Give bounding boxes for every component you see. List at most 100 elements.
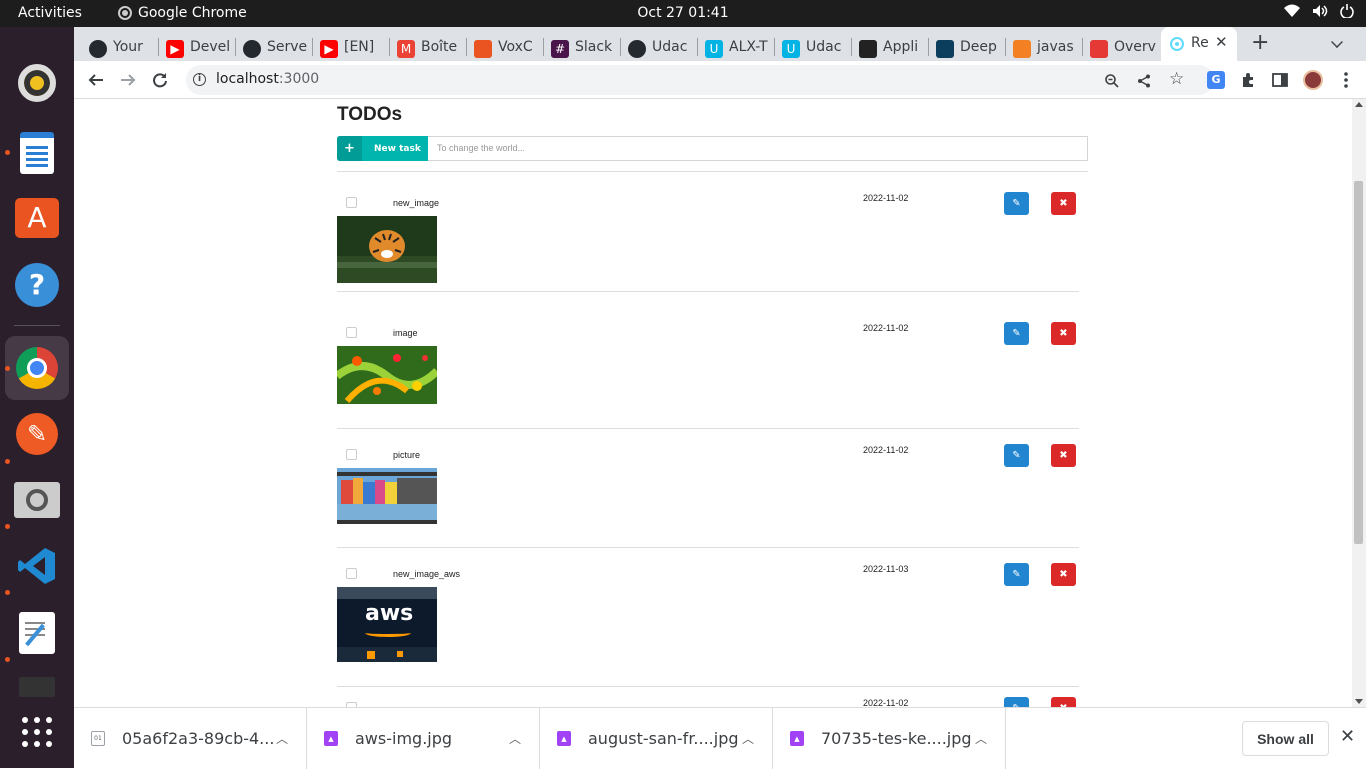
todo-name: image — [393, 328, 418, 338]
chevron-up-icon[interactable]: ︿ — [509, 730, 521, 747]
download-item[interactable]: 01 05a6f2a3-89cb-4... ︿ — [74, 708, 307, 769]
chevron-up-icon[interactable]: ︿ — [276, 730, 288, 747]
download-item[interactable]: ▲ aws-img.jpg ︿ — [307, 708, 540, 769]
tab-9[interactable]: U Udac — [782, 34, 850, 64]
youtube-icon: ▶ — [320, 40, 338, 58]
terminal-icon[interactable] — [14, 677, 60, 697]
edit-button[interactable]: ✎ — [1004, 192, 1029, 215]
app-center-icon[interactable]: A — [14, 195, 60, 241]
delete-button[interactable]: ✖ — [1051, 322, 1076, 345]
slack-icon: # — [551, 40, 569, 58]
udacity-icon: U — [782, 40, 800, 58]
address-bar[interactable]: i localhost:3000 ☆ — [186, 65, 1214, 95]
amazon-smile-icon — [365, 629, 411, 637]
tab-13[interactable]: Overv — [1090, 34, 1158, 64]
system-top-bar: Activities Google Chrome Oct 27 01:41 — [0, 0, 1366, 27]
scrollbar-thumb[interactable] — [1354, 181, 1363, 544]
delete-button[interactable]: ✖ — [1051, 192, 1076, 215]
tab-separator — [774, 38, 775, 56]
tab-11[interactable]: Deep — [936, 34, 1004, 64]
voxcode-icon — [474, 40, 492, 58]
system-tray[interactable] — [1284, 4, 1354, 18]
back-icon[interactable] — [86, 70, 106, 90]
show-all-button[interactable]: Show all — [1242, 721, 1329, 756]
delete-button[interactable]: ✖ — [1051, 697, 1076, 707]
task-input[interactable]: To change the world... — [428, 136, 1088, 161]
divider — [337, 547, 1079, 548]
profile-avatar[interactable] — [1303, 70, 1323, 90]
tab-label: Deep — [960, 39, 997, 55]
tab-label: Udac — [806, 39, 842, 55]
todo-checkbox[interactable] — [346, 327, 357, 338]
todo-name: new_image — [393, 198, 440, 208]
chevron-up-icon[interactable]: ︿ — [975, 730, 987, 747]
bookmark-star-icon[interactable]: ☆ — [1169, 69, 1184, 89]
new-task-button[interactable]: + New task — [337, 136, 428, 161]
close-downloads-icon[interactable]: ✕ — [1340, 726, 1355, 747]
divider — [337, 171, 1088, 172]
edit-button[interactable]: ✎ — [1004, 563, 1029, 586]
forward-icon[interactable] — [118, 70, 138, 90]
rhythmbox-icon[interactable] — [14, 60, 60, 106]
vscode-icon[interactable] — [14, 543, 60, 589]
edit-button[interactable]: ✎ — [1004, 444, 1029, 467]
todo-checkbox[interactable] — [346, 449, 357, 460]
tab-4[interactable]: M Boîte — [397, 34, 465, 64]
todo-checkbox[interactable] — [346, 568, 357, 579]
help-icon[interactable]: ? — [14, 262, 60, 308]
tab-10[interactable]: Appli — [859, 34, 927, 64]
tab-separator — [158, 38, 159, 56]
google-translate-icon[interactable]: G — [1206, 70, 1226, 90]
tab-3[interactable]: ▶ [EN] — [320, 34, 388, 64]
activities-button[interactable]: Activities — [18, 5, 82, 21]
app-menu[interactable]: Google Chrome — [118, 5, 247, 21]
download-item[interactable]: ▲ 70735-tes-ke....jpg ︿ — [773, 708, 1006, 769]
dock: A ? ✎ — [0, 27, 74, 768]
show-apps-icon[interactable] — [14, 709, 60, 755]
clock[interactable]: Oct 27 01:41 — [637, 5, 728, 21]
chevron-up-icon[interactable]: ︿ — [742, 730, 754, 747]
aws-logo-text: aws — [365, 601, 414, 626]
extensions-icon[interactable] — [1238, 70, 1258, 90]
postman-icon[interactable]: ✎ — [14, 411, 60, 457]
tab-12[interactable]: javas — [1013, 34, 1081, 64]
tab-separator — [620, 38, 621, 56]
side-panel-icon[interactable] — [1270, 70, 1290, 90]
tab-7[interactable]: Udac — [628, 34, 696, 64]
tab-2[interactable]: Serve — [243, 34, 311, 64]
download-item[interactable]: ▲ august-san-fr....jpg ︿ — [540, 708, 773, 769]
todo-checkbox[interactable] — [346, 197, 357, 208]
image-viewer-icon[interactable] — [14, 477, 60, 523]
page-title: TODOs — [337, 104, 403, 125]
libreoffice-writer-icon[interactable] — [14, 130, 60, 176]
text-editor-icon[interactable] — [14, 610, 60, 656]
tab-0[interactable]: Your — [89, 34, 157, 64]
volume-icon — [1313, 5, 1328, 17]
tab-5[interactable]: VoxC — [474, 34, 542, 64]
edit-button[interactable]: ✎ — [1004, 697, 1029, 707]
reload-icon[interactable] — [150, 70, 170, 90]
info-icon[interactable]: i — [193, 73, 206, 86]
gmail-icon: M — [397, 40, 415, 58]
close-icon: ✖ — [1059, 198, 1068, 209]
tab-close-icon[interactable]: ✕ — [1215, 33, 1228, 51]
todo-name: new_image_aws — [393, 569, 461, 579]
todo-image-tiger — [337, 216, 437, 283]
tab-1[interactable]: ▶ Devel — [166, 34, 234, 64]
chrome-menu-icon[interactable] — [1336, 70, 1356, 90]
tab-6[interactable]: # Slack — [551, 34, 619, 64]
tab-label: ALX-T — [729, 39, 768, 55]
chrome-icon[interactable] — [14, 345, 60, 391]
image-file-icon: ▲ — [790, 731, 804, 746]
tab-separator — [543, 38, 544, 56]
tab-label: Udac — [652, 39, 688, 55]
deepnote-icon — [936, 40, 954, 58]
tab-8[interactable]: U ALX-T — [705, 34, 773, 64]
new-tab-button[interactable]: + — [1251, 30, 1269, 55]
tab-active[interactable]: Re ✕ — [1161, 27, 1237, 61]
delete-button[interactable]: ✖ — [1051, 563, 1076, 586]
delete-button[interactable]: ✖ — [1051, 444, 1076, 467]
zoom-icon[interactable] — [1105, 73, 1119, 92]
edit-button[interactable]: ✎ — [1004, 322, 1029, 345]
share-icon[interactable] — [1137, 73, 1151, 92]
